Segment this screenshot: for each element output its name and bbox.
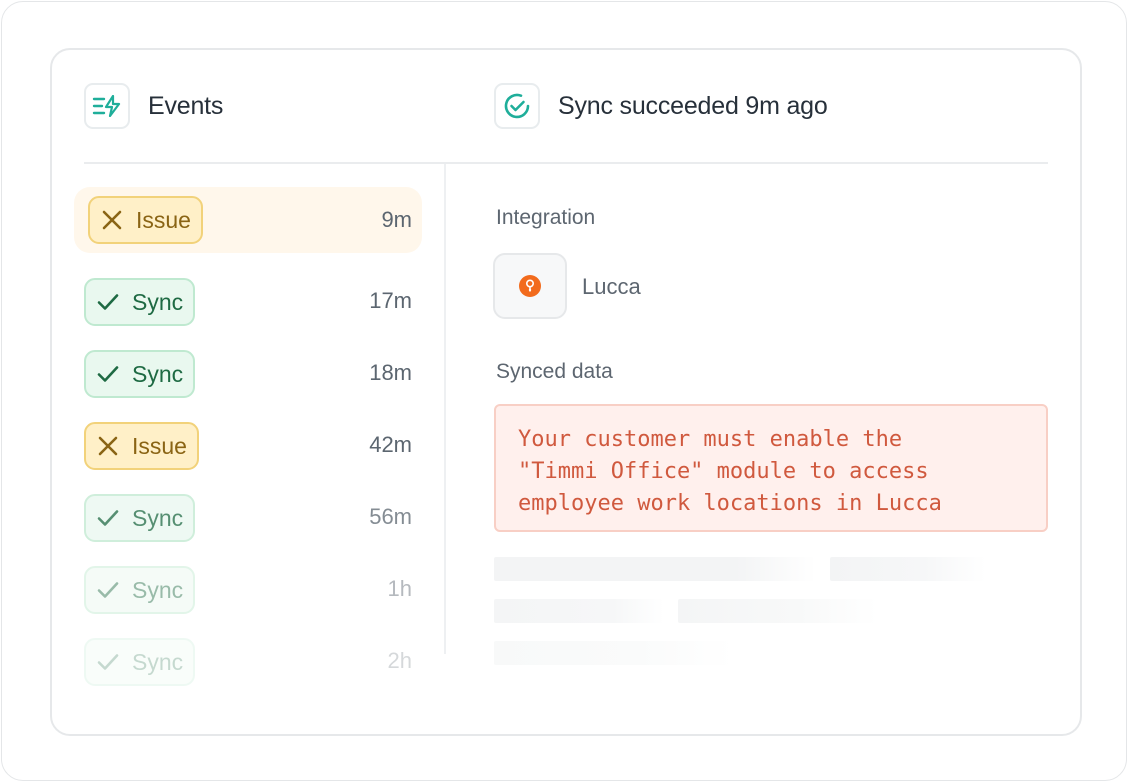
error-message: Your customer must enable the "Timmi Off… [494, 404, 1048, 532]
event-time: 2h [387, 648, 412, 673]
sync-badge: Sync [84, 638, 196, 686]
event-row-sync[interactable]: Sync 2h [74, 628, 422, 694]
issue-badge: Issue [84, 422, 199, 470]
x-icon [98, 436, 118, 456]
integration-name: Lucca [582, 274, 641, 299]
status-title: Sync succeeded 9m ago [558, 92, 828, 120]
events-title: Events [148, 92, 224, 120]
event-row-issue[interactable]: Issue 42m [74, 412, 422, 478]
skeleton-line [494, 557, 816, 581]
event-row-content: Issue 42m [74, 412, 422, 478]
check-circle-icon [494, 83, 540, 129]
event-label: Issue [132, 432, 187, 459]
x-icon [102, 210, 122, 230]
header-divider [84, 162, 1048, 164]
sync-badge: Sync [84, 278, 196, 326]
sync-badge: Sync [84, 566, 196, 614]
integration-label: Integration [496, 206, 596, 229]
integration-logo [493, 253, 567, 319]
event-row-sync[interactable]: Sync 56m [74, 484, 422, 550]
event-label: Sync [132, 288, 184, 315]
sync-badge: Sync [84, 494, 196, 542]
event-row-sync[interactable]: Sync 1h [74, 556, 422, 622]
event-row-content: Sync 2h [74, 628, 422, 694]
column-divider [444, 164, 446, 654]
check-icon [97, 654, 119, 670]
issue-badge: Issue [88, 196, 203, 244]
event-time: 9m [381, 207, 412, 232]
event-label: Sync [132, 504, 184, 531]
synced-data-label: Synced data [496, 360, 613, 383]
event-row-content: Sync 1h [74, 556, 422, 622]
event-row-content: Sync 17m [74, 268, 422, 334]
skeleton-line [830, 557, 986, 581]
event-row-sync[interactable]: Sync 18m [74, 340, 422, 406]
check-icon [97, 510, 119, 526]
check-icon [97, 366, 119, 382]
sync-badge: Sync [84, 350, 196, 398]
event-row-sync[interactable]: Sync 17m [74, 268, 422, 334]
event-label: Sync [132, 648, 184, 675]
skeleton-line [494, 641, 734, 665]
lightning-list-icon [84, 83, 130, 129]
check-icon [97, 582, 119, 598]
event-time: 18m [369, 360, 412, 385]
skeleton-line [678, 599, 878, 623]
event-row-content: Issue 9m [74, 187, 422, 253]
skeleton-line [494, 599, 664, 623]
event-time: 17m [369, 288, 412, 313]
event-time: 42m [369, 432, 412, 457]
event-label: Sync [132, 576, 184, 603]
event-row-issue[interactable]: Issue 9m [74, 187, 422, 253]
event-time: 1h [387, 576, 412, 601]
event-label: Sync [132, 360, 184, 387]
event-label: Issue [136, 206, 191, 233]
event-row-content: Sync 18m [74, 340, 422, 406]
event-time: 56m [369, 504, 412, 529]
lucca-logo-icon [519, 275, 541, 297]
check-icon [97, 294, 119, 310]
event-row-content: Sync 56m [74, 484, 422, 550]
